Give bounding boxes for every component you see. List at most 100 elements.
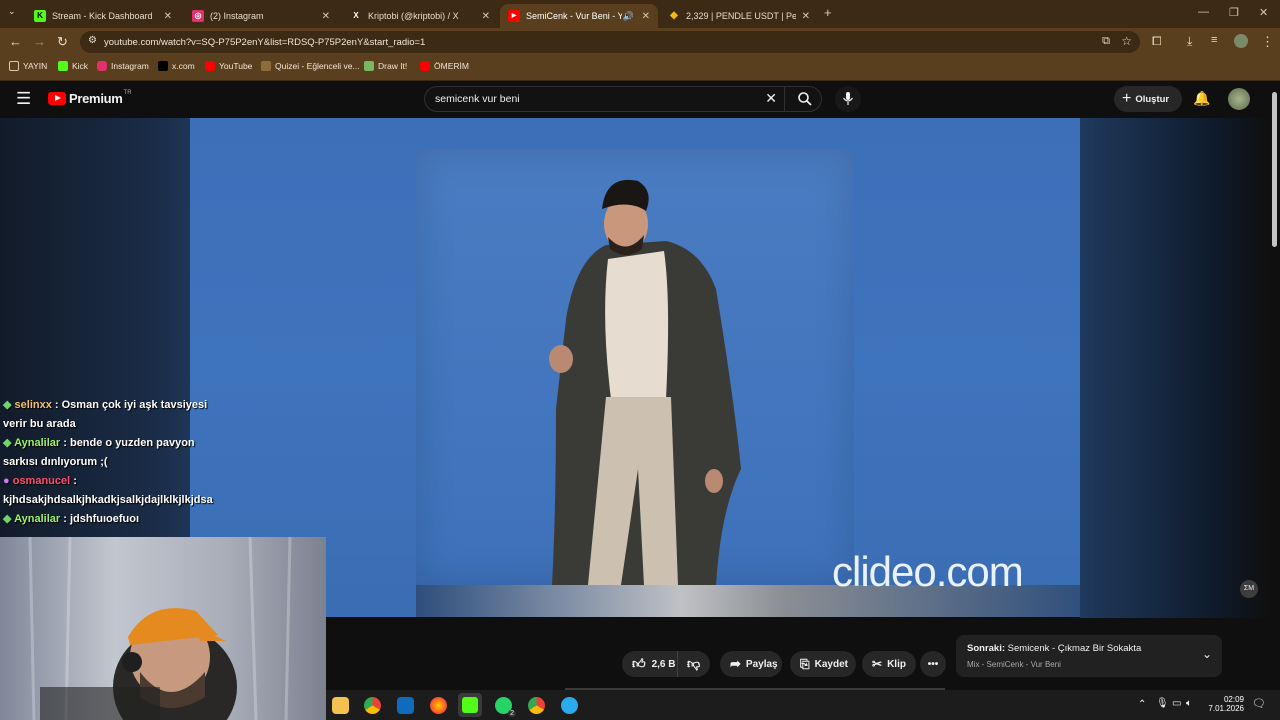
thumbs-up-icon: 👍︎: [632, 656, 646, 671]
profile-avatar[interactable]: [1234, 34, 1248, 48]
firefox-icon[interactable]: [430, 697, 447, 714]
whatsapp-icon[interactable]: 2: [495, 697, 516, 717]
youtube-icon: ▶: [508, 10, 520, 22]
address-bar[interactable]: ⚙ youtube.com/watch?v=SQ-P75P2enY&list=R…: [80, 31, 1140, 53]
chat-message: ◆ selinxx : Osman çok iyi aşk tavsiyesi …: [3, 399, 208, 430]
chat-text: kjhdsakjhdsalkjhkadkjsalkjdajlklkjlkjdsa: [3, 494, 213, 506]
clip-button[interactable]: ✂ Klip: [862, 651, 916, 677]
up-next-card[interactable]: Sonraki: Semicenk - Çıkmaz Bir Sokakta M…: [956, 635, 1222, 677]
like-button[interactable]: 👍︎ 2,6 B 👎︎: [622, 651, 710, 677]
hamburger-menu-icon[interactable]: ☰: [16, 89, 31, 109]
youtube-play-icon: [48, 92, 66, 105]
new-tab-button[interactable]: +: [824, 5, 832, 20]
notification-center-icon[interactable]: 🗨︎: [1252, 697, 1266, 710]
chevron-up-icon[interactable]: ⌃: [1138, 699, 1146, 710]
close-window-icon[interactable]: ✕: [1259, 6, 1268, 19]
browser-tab-x[interactable]: X Kriptobi (@kriptobi) / X ✕: [342, 4, 498, 28]
bookmark-youtube[interactable]: YouTube: [205, 61, 252, 71]
bookmark-x[interactable]: x.com: [158, 61, 195, 71]
bookmark-label: Quizei - Eğlenceli ve...: [275, 61, 360, 71]
cast-icon[interactable]: ⧉: [1102, 35, 1110, 48]
chrome-icon[interactable]: [364, 697, 381, 714]
forward-icon[interactable]: →: [33, 34, 46, 49]
clock[interactable]: 02:09 7.01.2026: [1196, 695, 1244, 713]
kick-icon: [462, 697, 478, 713]
browser-tab-kick[interactable]: K Stream - Kick Dashboard ✕: [26, 4, 180, 28]
voice-search-button[interactable]: [835, 86, 861, 112]
minimize-icon[interactable]: —: [1198, 6, 1209, 18]
search-button[interactable]: [784, 87, 821, 111]
bookmark-kick[interactable]: Kick: [58, 61, 88, 71]
tab-title: (2) Instagram: [210, 11, 264, 21]
chat-username: selinxx: [14, 399, 52, 411]
binance-icon: ◆: [670, 10, 678, 21]
kick-icon: K: [34, 10, 46, 22]
instagram-icon: [97, 61, 107, 71]
close-icon[interactable]: ✕: [642, 11, 650, 22]
bookmark-yayin[interactable]: YAYIN: [9, 61, 47, 71]
restore-icon[interactable]: ❐: [1229, 6, 1239, 19]
bookmark-label: YouTube: [219, 61, 253, 71]
scrollbar-thumb[interactable]: [1272, 92, 1277, 247]
close-icon[interactable]: ✕: [802, 11, 810, 22]
like-count: 2,6 B: [651, 658, 676, 670]
bookmark-label: ÖMERİM: [434, 61, 469, 71]
bookmark-drawit[interactable]: Draw It!: [364, 61, 407, 71]
scissors-icon: ✂: [872, 657, 883, 671]
reload-icon[interactable]: ↻: [57, 34, 68, 50]
notifications-bell-icon[interactable]: 🔔: [1193, 90, 1210, 107]
chat-message: ● osmanucel : kjhdsakjhdsalkjhkadkjsalkj…: [3, 475, 213, 506]
browser-menu-icon[interactable]: ⋮: [1261, 34, 1274, 50]
up-next-subtitle: Mix - SemiCenk - Vur Beni: [967, 660, 1061, 669]
telegram-icon[interactable]: [561, 697, 578, 714]
up-next-title: Sonraki: Semicenk - Çıkmaz Bir Sokakta: [967, 643, 1141, 654]
volume-icon[interactable]: 🔈︎: [1186, 698, 1192, 709]
plus-icon: +: [1122, 90, 1132, 107]
bookmark-omerim[interactable]: ÖMERİM: [420, 61, 469, 71]
back-icon[interactable]: ←: [9, 34, 22, 49]
browser-tab-binance[interactable]: ◆ 2,329 | PENDLE USDT | Pendle ✕: [660, 4, 818, 28]
bookmark-label: x.com: [172, 61, 195, 71]
share-button[interactable]: ➦ Paylaş: [720, 651, 782, 677]
windows-taskbar: 2 ⌃ 🎙︎ ▭ 🔈︎ 02:09 7.01.2026 🗨︎: [326, 690, 1280, 720]
tab-title: Stream - Kick Dashboard: [52, 11, 153, 21]
youtube-premium-logo[interactable]: Premium TR: [48, 90, 132, 106]
bookmark-label: Instagram: [111, 61, 149, 71]
create-button[interactable]: + Oluştur: [1114, 86, 1182, 112]
extensions-icon[interactable]: ⧠: [1152, 34, 1162, 49]
outlook-icon[interactable]: [397, 697, 414, 714]
account-avatar[interactable]: [1228, 88, 1250, 110]
clear-search-icon[interactable]: ✕: [765, 90, 777, 107]
close-icon[interactable]: ✕: [322, 11, 330, 22]
close-icon[interactable]: ✕: [164, 11, 172, 22]
browser-tab-youtube[interactable]: ▶ SemiCenk - Vur Beni - YouT 🔊 ✕: [500, 4, 658, 28]
kick-app-active[interactable]: [458, 693, 482, 717]
speaker-icon[interactable]: 🔊: [623, 11, 634, 22]
diamond-icon: ◆: [3, 513, 12, 525]
site-info-icon[interactable]: ⚙: [88, 35, 97, 46]
microphone-tray-icon[interactable]: 🎙︎: [1156, 698, 1169, 709]
save-button[interactable]: ⎘ Kaydet: [790, 651, 856, 677]
chevron-down-icon[interactable]: ⌄: [1202, 647, 1212, 661]
bookmark-quizei[interactable]: Quizei - Eğlenceli ve...: [261, 61, 360, 71]
tab-search-icon[interactable]: ⌄: [8, 6, 16, 17]
search-input[interactable]: semicenk vur beni ✕: [424, 86, 822, 112]
file-explorer-icon[interactable]: [332, 697, 349, 714]
channel-watermark-badge[interactable]: ΣM: [1240, 580, 1258, 598]
chrome-profile-icon[interactable]: [528, 697, 545, 714]
close-icon[interactable]: ✕: [482, 11, 490, 22]
album-cover: [416, 149, 854, 585]
browser-toolbar: ← → ↻ ⚙ youtube.com/watch?v=SQ-P75P2enY&…: [0, 28, 1280, 56]
media-control-icon[interactable]: ≡: [1211, 34, 1217, 46]
download-icon[interactable]: ⤓: [1187, 34, 1192, 49]
bookmark-star-icon[interactable]: ☆: [1121, 34, 1132, 48]
youtube-icon: [420, 61, 430, 71]
up-next-song: Semicenk - Çıkmaz Bir Sokakta: [1007, 643, 1142, 654]
more-actions-button[interactable]: •••: [920, 651, 946, 677]
network-icon[interactable]: ▭: [1172, 698, 1181, 709]
browser-tab-instagram[interactable]: ◎ (2) Instagram ✕: [184, 4, 338, 28]
save-label: Kaydet: [814, 658, 848, 670]
bookmark-instagram[interactable]: Instagram: [97, 61, 149, 71]
dislike-button[interactable]: 👎︎: [677, 651, 711, 677]
url-text: youtube.com/watch?v=SQ-P75P2enY&list=RDS…: [104, 36, 426, 48]
